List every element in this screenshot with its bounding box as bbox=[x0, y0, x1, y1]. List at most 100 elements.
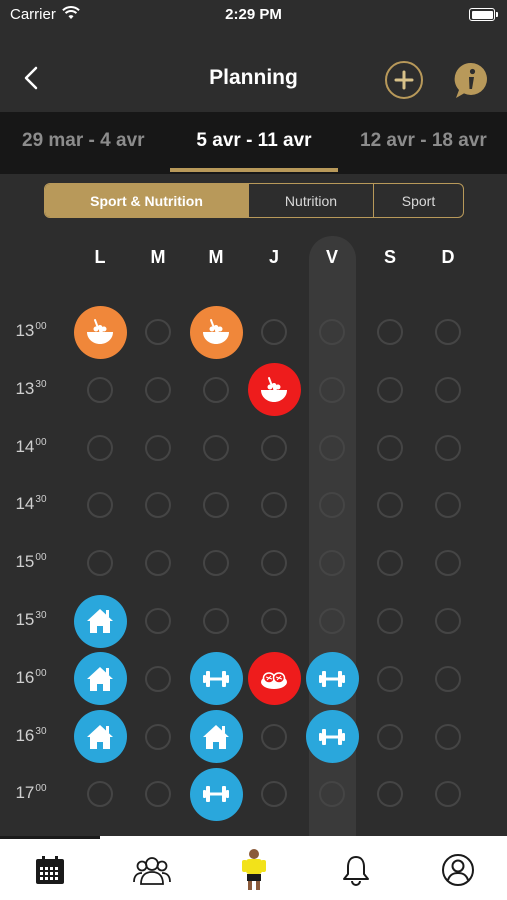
empty-slot[interactable] bbox=[435, 319, 461, 345]
empty-slot[interactable] bbox=[377, 492, 403, 519]
planning-event[interactable] bbox=[73, 594, 127, 648]
empty-slot[interactable] bbox=[261, 781, 287, 808]
tab-profile[interactable] bbox=[438, 850, 478, 890]
empty-slot[interactable] bbox=[203, 550, 229, 577]
empty-slot[interactable] bbox=[261, 723, 287, 750]
tab-coach[interactable] bbox=[234, 849, 274, 890]
time-label: 1330 bbox=[15, 378, 47, 398]
empty-slot[interactable] bbox=[145, 608, 171, 634]
empty-slot[interactable] bbox=[203, 492, 229, 519]
meal-bowl-icon bbox=[203, 319, 229, 344]
coach-avatar-icon bbox=[242, 849, 266, 890]
dumbbell-icon bbox=[203, 786, 229, 803]
filter-nutrition[interactable]: Nutrition bbox=[248, 184, 373, 217]
empty-slot[interactable] bbox=[87, 492, 113, 519]
plus-icon bbox=[394, 70, 414, 90]
profile-icon bbox=[442, 854, 474, 886]
planning-event[interactable] bbox=[247, 652, 301, 706]
empty-slot[interactable] bbox=[319, 550, 345, 577]
filter-sport[interactable]: Sport bbox=[373, 184, 463, 217]
tab-calendar[interactable] bbox=[30, 850, 70, 890]
empty-slot[interactable] bbox=[377, 781, 403, 808]
empty-slot[interactable] bbox=[377, 376, 403, 403]
dumbbell-icon bbox=[319, 728, 345, 745]
empty-slot[interactable] bbox=[261, 492, 287, 519]
empty-slot[interactable] bbox=[435, 434, 461, 461]
day-header: D bbox=[441, 247, 455, 267]
empty-slot[interactable] bbox=[203, 608, 229, 634]
food-plate-icon bbox=[261, 672, 287, 689]
time-label: 1430 bbox=[15, 494, 47, 514]
planning-event[interactable] bbox=[247, 363, 301, 417]
week-next[interactable]: 12 avr - 18 avr bbox=[360, 130, 487, 152]
empty-slot[interactable] bbox=[145, 376, 171, 403]
empty-slot[interactable] bbox=[145, 492, 171, 519]
time-label: 1300 bbox=[15, 321, 47, 340]
tab-community[interactable] bbox=[132, 850, 172, 890]
home-icon bbox=[87, 724, 113, 749]
empty-slot[interactable] bbox=[377, 608, 403, 634]
planning-event[interactable] bbox=[189, 652, 243, 706]
empty-slot[interactable] bbox=[145, 434, 171, 461]
planning-event[interactable] bbox=[73, 710, 127, 764]
empty-slot[interactable] bbox=[87, 550, 113, 577]
empty-slot[interactable] bbox=[203, 376, 229, 403]
page-title: Planning bbox=[209, 66, 298, 89]
day-header: L bbox=[94, 247, 106, 267]
empty-slot[interactable] bbox=[319, 434, 345, 461]
empty-slot[interactable] bbox=[87, 376, 113, 403]
planning-event[interactable] bbox=[73, 652, 127, 706]
planning-event[interactable] bbox=[73, 305, 127, 359]
filter-sport-nutrition[interactable]: Sport & Nutrition bbox=[45, 184, 248, 217]
empty-slot[interactable] bbox=[145, 319, 171, 345]
empty-slot[interactable] bbox=[435, 376, 461, 403]
planning-event[interactable] bbox=[189, 767, 243, 821]
planning-event[interactable] bbox=[189, 710, 243, 764]
empty-slot[interactable] bbox=[203, 434, 229, 461]
meal-bowl-icon bbox=[261, 376, 287, 402]
empty-slot[interactable] bbox=[435, 492, 461, 519]
week-selector: 29 mar - 4 avr 5 avr - 11 avr 12 avr - 1… bbox=[0, 112, 507, 174]
empty-slot[interactable] bbox=[145, 665, 171, 692]
empty-slot[interactable] bbox=[435, 608, 461, 634]
empty-slot[interactable] bbox=[87, 434, 113, 461]
time-label: 1700 bbox=[15, 783, 47, 803]
empty-slot[interactable] bbox=[319, 319, 345, 345]
empty-slot[interactable] bbox=[435, 723, 461, 750]
empty-slot[interactable] bbox=[87, 781, 113, 808]
empty-slot[interactable] bbox=[319, 376, 345, 403]
empty-slot[interactable] bbox=[377, 319, 403, 345]
day-header: V bbox=[325, 247, 338, 267]
empty-slot[interactable] bbox=[145, 723, 171, 750]
home-icon bbox=[203, 724, 229, 749]
empty-slot[interactable] bbox=[435, 550, 461, 577]
empty-slot[interactable] bbox=[261, 608, 287, 634]
empty-slot[interactable] bbox=[145, 781, 171, 808]
week-current[interactable]: 5 avr - 11 avr bbox=[170, 130, 338, 152]
empty-slot[interactable] bbox=[377, 665, 403, 692]
empty-slot[interactable] bbox=[377, 434, 403, 461]
empty-slot[interactable] bbox=[261, 434, 287, 461]
empty-slot[interactable] bbox=[435, 781, 461, 808]
day-header: J bbox=[268, 247, 279, 267]
tab-notifications[interactable] bbox=[336, 850, 376, 890]
tab-active-indicator bbox=[0, 836, 100, 839]
empty-slot[interactable] bbox=[261, 319, 287, 345]
planning-event[interactable] bbox=[305, 652, 359, 706]
empty-slot[interactable] bbox=[377, 550, 403, 577]
planning-event[interactable] bbox=[189, 305, 243, 359]
week-previous[interactable]: 29 mar - 4 avr bbox=[22, 130, 145, 152]
empty-slot[interactable] bbox=[377, 723, 403, 750]
battery-icon bbox=[469, 8, 498, 21]
planning-event[interactable] bbox=[305, 710, 359, 764]
add-button[interactable] bbox=[385, 61, 423, 99]
empty-slot[interactable] bbox=[145, 550, 171, 577]
info-bubble-icon bbox=[454, 62, 487, 98]
empty-slot[interactable] bbox=[435, 665, 461, 692]
info-button[interactable] bbox=[452, 61, 490, 99]
empty-slot[interactable] bbox=[261, 550, 287, 577]
day-header: M bbox=[208, 247, 224, 267]
time-label: 1530 bbox=[15, 610, 47, 629]
time-label: 1600 bbox=[15, 667, 47, 687]
empty-slot[interactable] bbox=[319, 608, 345, 634]
